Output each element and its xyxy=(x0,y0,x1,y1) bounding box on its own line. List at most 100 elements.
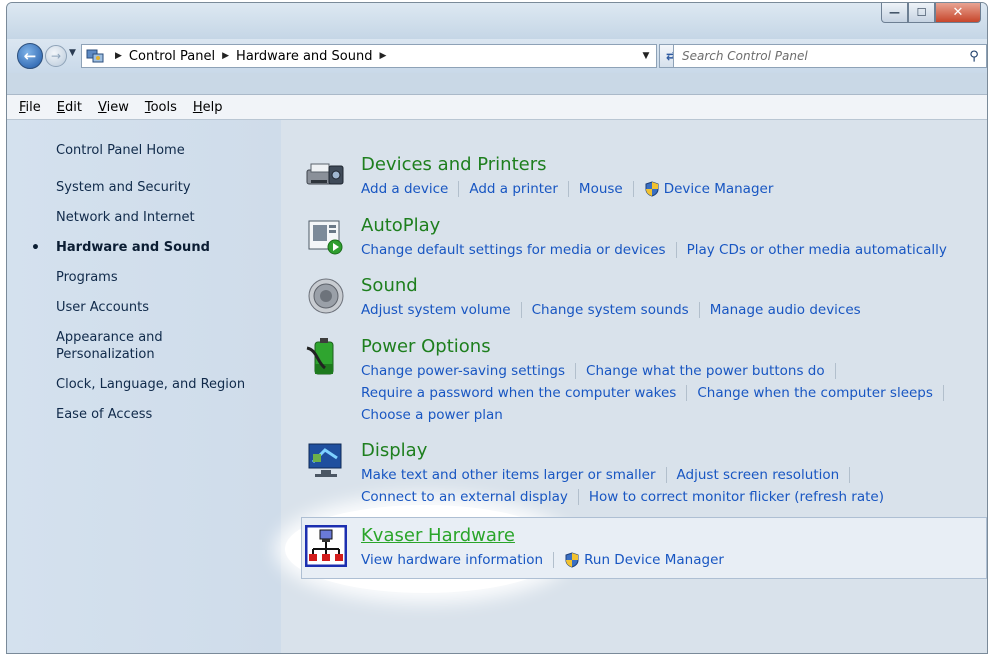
menu-help[interactable]: Help xyxy=(185,100,231,115)
menu-edit[interactable]: Edit xyxy=(49,100,90,115)
main-content: Devices and Printers Add a device Add a pr… xyxy=(281,120,987,653)
sidebar-item[interactable]: Network and Internet xyxy=(7,209,281,226)
uac-shield-icon xyxy=(644,181,660,197)
link-separator xyxy=(665,467,667,483)
search-input[interactable] xyxy=(682,49,962,63)
link-row: Change power-saving settings Change what … xyxy=(361,360,981,382)
category-link[interactable]: Change what the power buttons do xyxy=(586,363,825,379)
category-link[interactable]: Change default settings for media or dev… xyxy=(361,242,666,258)
forward-button[interactable]: → xyxy=(45,45,67,67)
link-separator xyxy=(520,302,522,318)
category-link[interactable]: Device Manager xyxy=(664,181,774,197)
category-link[interactable]: Adjust screen resolution xyxy=(677,467,840,483)
monitor-icon[interactable] xyxy=(305,440,347,482)
link-separator xyxy=(577,489,579,505)
menu-file[interactable]: File xyxy=(11,100,49,115)
sidebar-item[interactable]: User Accounts xyxy=(7,299,281,316)
search-icon[interactable]: ⚲ xyxy=(962,49,986,64)
link-separator xyxy=(834,363,836,379)
category-link[interactable]: Connect to an external display xyxy=(361,489,568,505)
category-link[interactable]: Choose a power plan xyxy=(361,407,503,423)
caption-buttons: — ☐ ✕ xyxy=(881,3,981,23)
recent-pages-dropdown[interactable]: ▼ xyxy=(69,48,76,58)
category-title[interactable]: Kvaser Hardware xyxy=(361,525,515,546)
breadcrumb-separator-icon[interactable]: ▶ xyxy=(115,51,122,61)
link-separator xyxy=(575,363,577,379)
category-link[interactable]: Mouse xyxy=(579,181,623,197)
search-box[interactable]: ⚲ xyxy=(673,44,987,68)
category-link[interactable]: Play CDs or other media automatically xyxy=(687,242,947,258)
maximize-button[interactable]: ☐ xyxy=(908,3,935,23)
category-links: Change default settings for media or dev… xyxy=(361,239,981,261)
category-link[interactable]: View hardware information xyxy=(361,552,543,568)
link-separator xyxy=(942,385,944,401)
breadcrumb-separator-icon[interactable]: ▶ xyxy=(379,51,386,61)
category-title[interactable]: AutoPlay xyxy=(361,215,440,236)
category-links: Add a device Add a printer Mouse Device Man… xyxy=(361,178,981,200)
category-links: View hardware information Run Device Mana… xyxy=(361,549,981,571)
menu-view[interactable]: View xyxy=(90,100,137,115)
category-link[interactable]: Add a printer xyxy=(469,181,558,197)
link-separator xyxy=(632,181,634,197)
category-links: Adjust system volume Change system sounds… xyxy=(361,299,981,321)
kvaser-network-icon[interactable] xyxy=(304,524,348,568)
category-link[interactable]: Run Device Manager xyxy=(584,552,724,568)
minimize-button[interactable]: — xyxy=(881,3,908,23)
link-row: Change default settings for media or dev… xyxy=(361,239,981,261)
category-title[interactable]: Devices and Printers xyxy=(361,154,547,175)
breadcrumb-separator-icon[interactable]: ▶ xyxy=(222,51,229,61)
link-separator xyxy=(698,302,700,318)
battery-icon[interactable] xyxy=(305,336,347,378)
sidebar-item[interactable]: Ease of Access xyxy=(7,406,281,423)
autoplay-icon[interactable] xyxy=(305,215,347,257)
category-link[interactable]: Change power-saving settings xyxy=(361,363,565,379)
title-bar: — ☐ ✕ xyxy=(7,3,987,39)
category-link[interactable]: Change when the computer sleeps xyxy=(697,385,933,401)
category-title[interactable]: Power Options xyxy=(361,336,491,357)
control-panel-window: — ☐ ✕ ← → ▼ ▶ Control Panel ▶ Hardware and … xyxy=(6,2,988,654)
sidebar-item[interactable]: Control Panel Home xyxy=(7,142,281,159)
link-row: Add a device Add a printer Mouse Device Man… xyxy=(361,178,981,200)
link-row: Adjust system volume Change system sounds… xyxy=(361,299,981,321)
link-separator xyxy=(686,385,688,401)
link-row: Require a password when the computer wak… xyxy=(361,382,981,404)
category-link[interactable]: Add a device xyxy=(361,181,448,197)
sidebar: Control Panel Home System and Security Net… xyxy=(7,120,281,653)
close-button[interactable]: ✕ xyxy=(935,3,981,23)
navigation-bar: ← → ▼ ▶ Control Panel ▶ Hardware and Sound ▶… xyxy=(7,39,987,73)
link-separator xyxy=(458,181,460,197)
category-link[interactable]: Require a password when the computer wak… xyxy=(361,385,676,401)
link-separator xyxy=(849,467,851,483)
sidebar-item: • Hardware and Sound xyxy=(31,240,210,256)
category-link[interactable]: Make text and other items larger or smal… xyxy=(361,467,656,483)
category-link[interactable]: Adjust system volume xyxy=(361,302,511,318)
address-bar[interactable]: ▶ Control Panel ▶ Hardware and Sound ▶ ▼ xyxy=(81,44,657,68)
speaker-icon[interactable] xyxy=(305,275,347,317)
category-title[interactable]: Sound xyxy=(361,275,418,296)
category-link[interactable]: Change system sounds xyxy=(532,302,689,318)
printer-icon[interactable] xyxy=(305,154,347,196)
sidebar-item[interactable]: Clock, Language, and Region xyxy=(7,376,281,393)
control-panel-icon xyxy=(82,45,108,67)
link-row: Connect to an external display How to cor… xyxy=(361,486,981,508)
menu-bar: File Edit View Tools Help xyxy=(7,94,987,120)
link-row: Make text and other items larger or smal… xyxy=(361,464,981,486)
sidebar-item[interactable]: System and Security xyxy=(7,179,281,196)
address-dropdown-icon[interactable]: ▼ xyxy=(636,51,656,61)
category-links: Make text and other items larger or smal… xyxy=(361,464,981,508)
category-link[interactable]: Manage audio devices xyxy=(710,302,861,318)
category-links: Change power-saving settings Change what … xyxy=(361,360,981,426)
link-separator xyxy=(567,181,569,197)
link-row: View hardware information Run Device Mana… xyxy=(361,549,981,571)
back-arrow-icon: ← xyxy=(23,47,37,65)
breadcrumb-item[interactable]: Hardware and Sound xyxy=(236,49,372,64)
uac-shield-icon xyxy=(564,552,580,568)
category-title[interactable]: Display xyxy=(361,440,427,461)
breadcrumb-item[interactable]: Control Panel xyxy=(129,49,215,64)
sidebar-item[interactable]: Programs xyxy=(7,269,281,286)
menu-tools[interactable]: Tools xyxy=(137,100,185,115)
active-bullet-icon: • xyxy=(31,240,40,256)
sidebar-item[interactable]: Appearance and Personalization xyxy=(7,329,281,363)
back-button[interactable]: ← xyxy=(17,43,43,69)
category-link[interactable]: How to correct monitor flicker (refresh … xyxy=(589,489,884,505)
